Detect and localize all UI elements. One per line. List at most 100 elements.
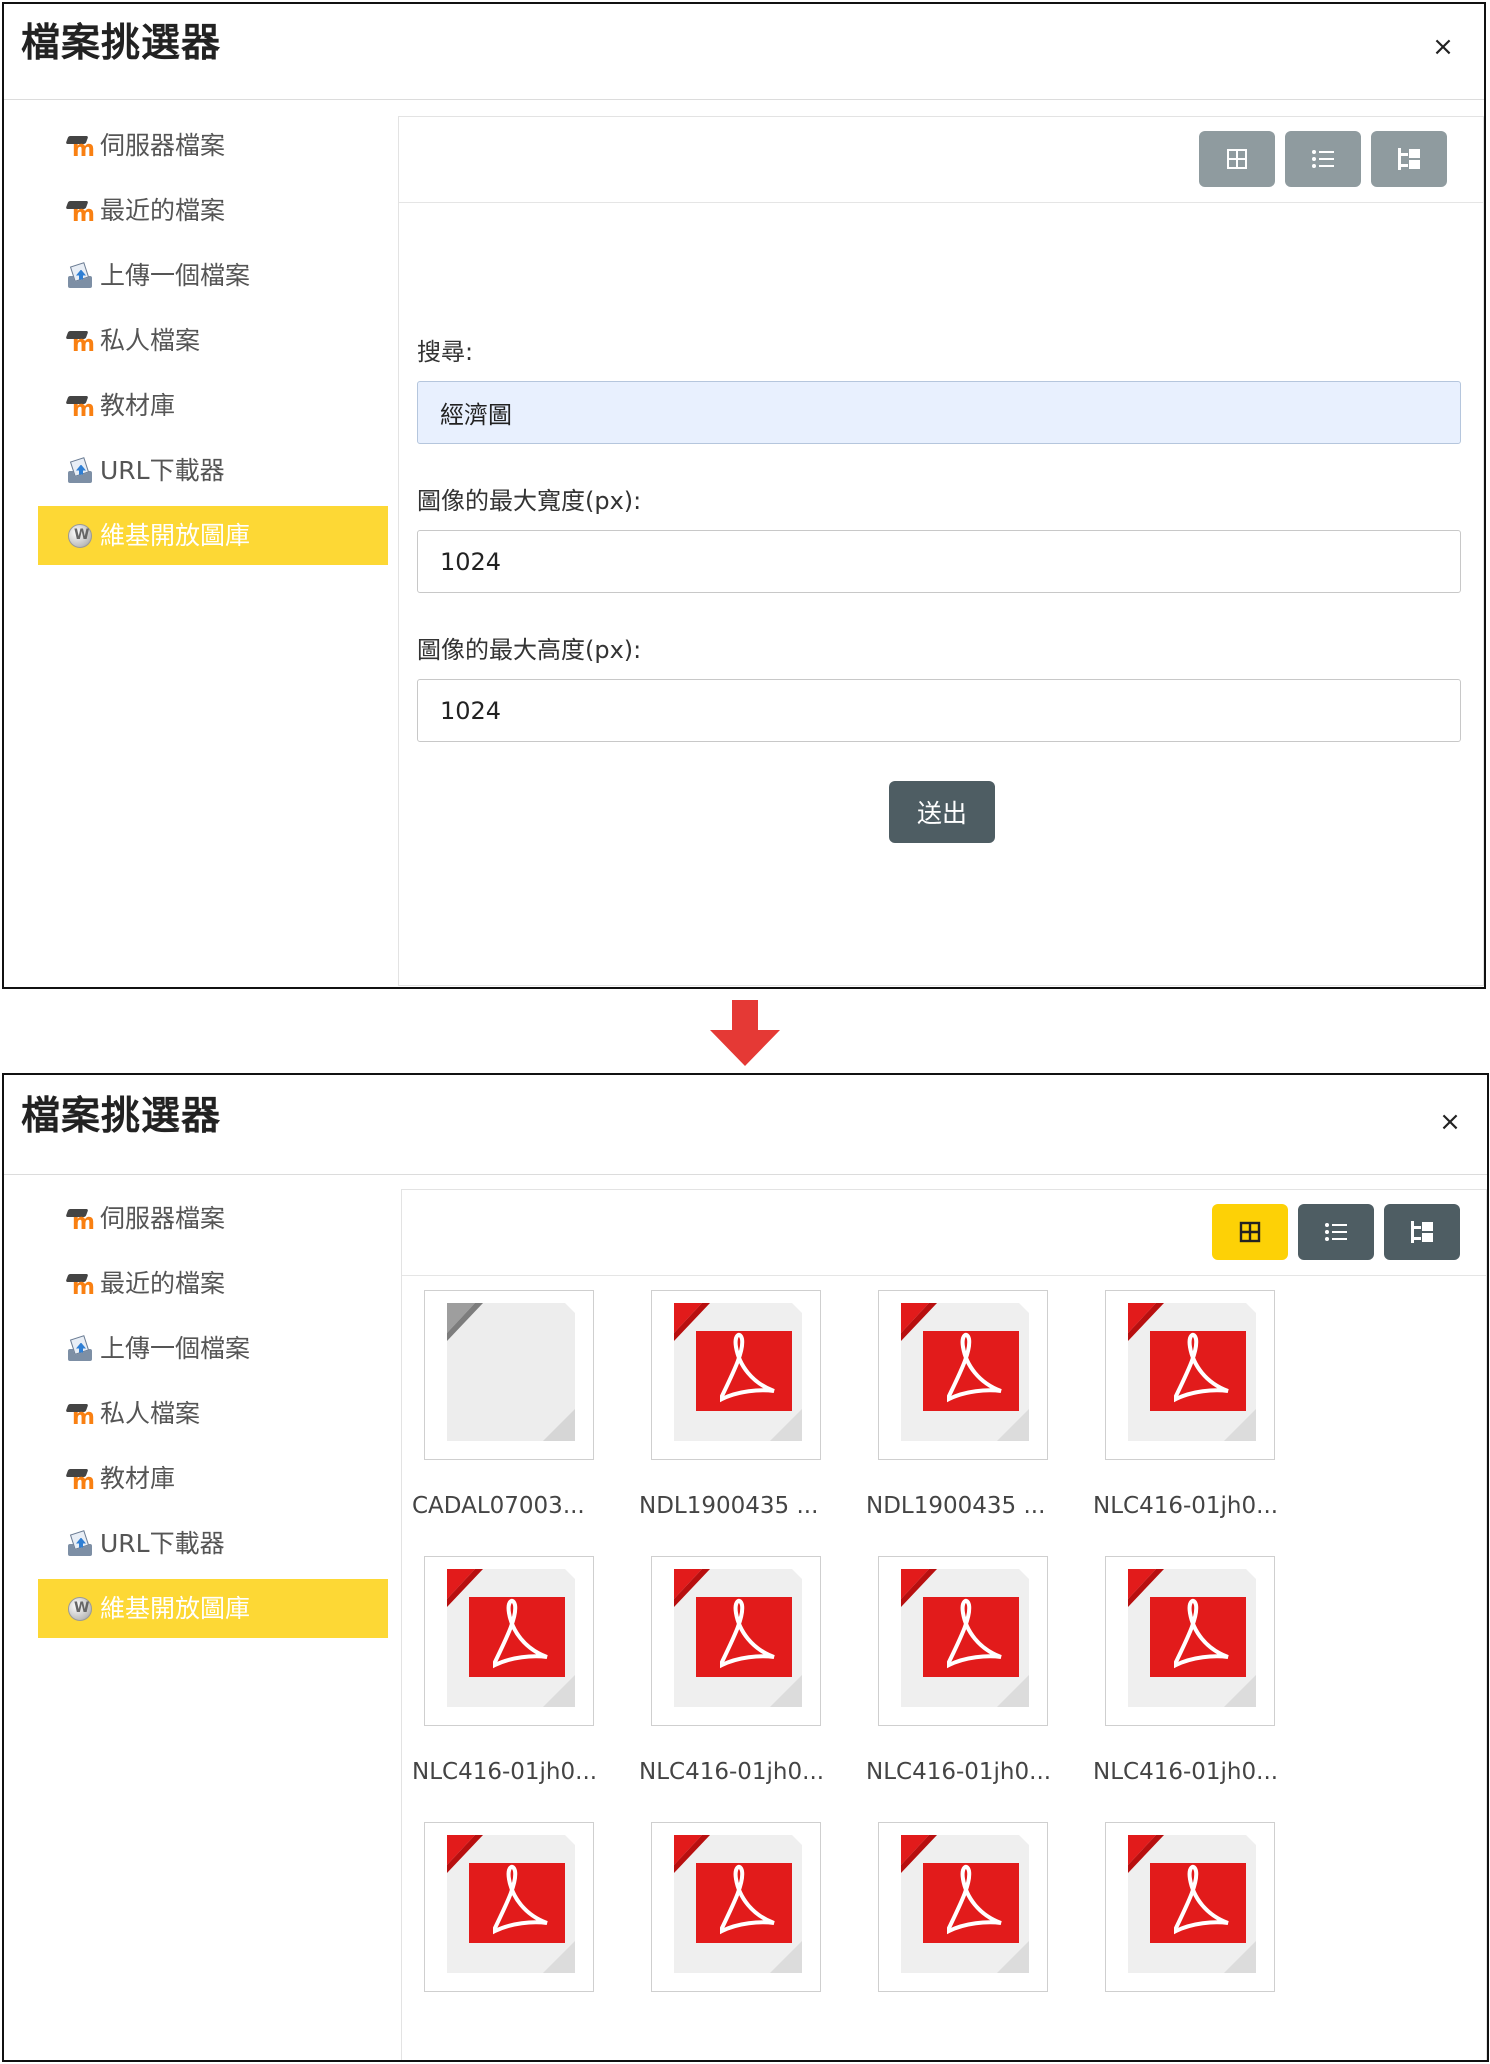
search-form: 搜尋: 圖像的最大寬度(px): 圖像的最大高度(px): (417, 337, 1461, 784)
pdf-file-icon (651, 1822, 821, 1992)
submit-button[interactable]: 送出 (889, 781, 995, 843)
repository-content: CADAL07003... NDL1900435 ... NDL1900435 ..… (401, 1189, 1487, 2060)
pdf-file-icon (878, 1822, 1048, 1992)
sidebar-item-upload[interactable]: 上傳一個檔案 (38, 246, 388, 305)
generic-file-icon (424, 1290, 594, 1460)
sidebar-item-recent-files[interactable]: m 最近的檔案 (38, 181, 388, 240)
tree-view-button[interactable] (1371, 131, 1447, 187)
max-width-input[interactable] (417, 530, 1461, 593)
file-tile[interactable] (412, 1822, 632, 2060)
sidebar-item-private-files[interactable]: m 私人檔案 (38, 1384, 388, 1443)
file-name: NLC416-01jh0... (1093, 1759, 1279, 1785)
file-tile[interactable]: NLC416-01jh0... (412, 1556, 632, 1816)
file-tile[interactable] (1093, 1822, 1313, 2060)
sidebar-item-label: 上傳一個檔案 (100, 1333, 251, 1363)
dialog-header: 檔案挑選器 × (4, 4, 1484, 100)
repository-sidebar: m 伺服器檔案 m 最近的檔案 上傳一個檔案 m 私人檔案 m 教材庫 URL下… (38, 1189, 388, 1644)
list-view-button[interactable] (1298, 1204, 1374, 1260)
close-button[interactable]: × (1428, 32, 1458, 62)
file-picker-dialog-results: 檔案挑選器 × m 伺服器檔案 m 最近的檔案 上傳一個檔案 m 私人檔案 m … (2, 1073, 1489, 2062)
sidebar-item-url-downloader[interactable]: URL下載器 (38, 1514, 388, 1573)
grid-view-button[interactable] (1199, 131, 1275, 187)
pdf-file-icon (651, 1556, 821, 1726)
list-view-icon (1312, 150, 1334, 168)
file-tile[interactable]: NDL1900435 ... (866, 1290, 1086, 1550)
sidebar-item-upload[interactable]: 上傳一個檔案 (38, 1319, 388, 1378)
file-tile[interactable]: CADAL07003... (412, 1290, 632, 1550)
moodle-icon: m (65, 1400, 95, 1428)
sidebar-item-server-files[interactable]: m 伺服器檔案 (38, 1189, 388, 1248)
pdf-file-icon (1105, 1822, 1275, 1992)
pdf-file-icon (878, 1290, 1048, 1460)
list-view-button[interactable] (1285, 131, 1361, 187)
sidebar-item-content-bank[interactable]: m 教材庫 (38, 1449, 388, 1508)
moodle-icon: m (65, 1465, 95, 1493)
dialog-header: 檔案挑選器 × (4, 1075, 1487, 1175)
sidebar-item-label: 教材庫 (100, 390, 176, 420)
sidebar-item-label: 伺服器檔案 (100, 130, 226, 160)
moodle-icon: m (65, 392, 95, 420)
sidebar-item-label: URL下載器 (100, 1528, 225, 1558)
pdf-file-icon (1105, 1290, 1275, 1460)
file-name: NDL1900435 ... (866, 1493, 1046, 1519)
file-tile[interactable] (639, 1822, 859, 2060)
file-name: NLC416-01jh0... (639, 1759, 825, 1785)
upload-icon (66, 456, 94, 485)
file-name: NLC416-01jh0... (866, 1759, 1052, 1785)
repository-content: 搜尋: 圖像的最大寬度(px): 圖像的最大高度(px): 送出 (398, 116, 1484, 986)
sidebar-item-private-files[interactable]: m 私人檔案 (38, 311, 388, 370)
sidebar-item-label: URL下載器 (100, 455, 225, 485)
file-name: CADAL07003... (412, 1493, 585, 1519)
file-tile[interactable]: NDL1900435 ... (639, 1290, 859, 1550)
wiki-globe-icon: W (66, 522, 94, 550)
close-button[interactable]: × (1435, 1107, 1465, 1137)
search-label: 搜尋: (417, 338, 474, 366)
tree-view-button[interactable] (1384, 1204, 1460, 1260)
sidebar-item-label: 維基開放圖庫 (100, 520, 251, 550)
search-input[interactable] (417, 381, 1461, 444)
max-height-label: 圖像的最大高度(px): (417, 636, 642, 664)
view-toolbar (399, 117, 1483, 203)
pdf-file-icon (424, 1556, 594, 1726)
moodle-icon: m (65, 1270, 95, 1298)
file-picker-dialog-search: 檔案挑選器 × m 伺服器檔案 m 最近的檔案 上傳一個檔案 m 私人檔案 m … (2, 2, 1486, 989)
sidebar-item-label: 私人檔案 (100, 325, 201, 355)
sidebar-item-label: 伺服器檔案 (100, 1203, 226, 1233)
file-name: NDL1900435 ... (639, 1493, 819, 1519)
moodle-icon: m (65, 132, 95, 160)
pdf-file-icon (424, 1822, 594, 1992)
tree-view-icon (1398, 148, 1420, 170)
dialog-title: 檔案挑選器 (21, 21, 222, 66)
view-toolbar (402, 1190, 1486, 1276)
file-tile[interactable]: NLC416-01jh0... (639, 1556, 859, 1816)
sidebar-item-label: 上傳一個檔案 (100, 260, 251, 290)
sidebar-item-wikimedia[interactable]: W 維基開放圖庫 (38, 1579, 388, 1638)
sidebar-item-server-files[interactable]: m 伺服器檔案 (38, 116, 388, 175)
file-tile[interactable]: NLC416-01jh0... (1093, 1556, 1313, 1816)
sidebar-item-label: 最近的檔案 (100, 195, 226, 225)
pdf-file-icon (651, 1290, 821, 1460)
sidebar-item-wikimedia[interactable]: W 維基開放圖庫 (38, 506, 388, 565)
list-view-icon (1325, 1223, 1347, 1241)
max-width-label: 圖像的最大寬度(px): (417, 487, 642, 515)
pdf-file-icon (1105, 1556, 1275, 1726)
grid-view-button[interactable] (1212, 1204, 1288, 1260)
sidebar-item-content-bank[interactable]: m 教材庫 (38, 376, 388, 435)
moodle-icon: m (65, 197, 95, 225)
upload-icon (66, 261, 94, 290)
moodle-icon: m (65, 1205, 95, 1233)
dialog-title: 檔案挑選器 (21, 1094, 222, 1139)
file-tile[interactable]: NLC416-01jh0... (1093, 1290, 1313, 1550)
max-height-input[interactable] (417, 679, 1461, 742)
upload-icon (66, 1334, 94, 1363)
file-tile[interactable] (866, 1822, 1086, 2060)
tree-view-icon (1411, 1221, 1433, 1243)
file-tile[interactable]: NLC416-01jh0... (866, 1556, 1086, 1816)
file-name: NLC416-01jh0... (1093, 1493, 1279, 1519)
sidebar-item-recent-files[interactable]: m 最近的檔案 (38, 1254, 388, 1313)
pdf-file-icon (878, 1556, 1048, 1726)
repository-sidebar: m 伺服器檔案 m 最近的檔案 上傳一個檔案 m 私人檔案 m 教材庫 URL下… (38, 116, 388, 571)
sidebar-item-url-downloader[interactable]: URL下載器 (38, 441, 388, 500)
moodle-icon: m (65, 327, 95, 355)
sidebar-item-label: 最近的檔案 (100, 1268, 226, 1298)
